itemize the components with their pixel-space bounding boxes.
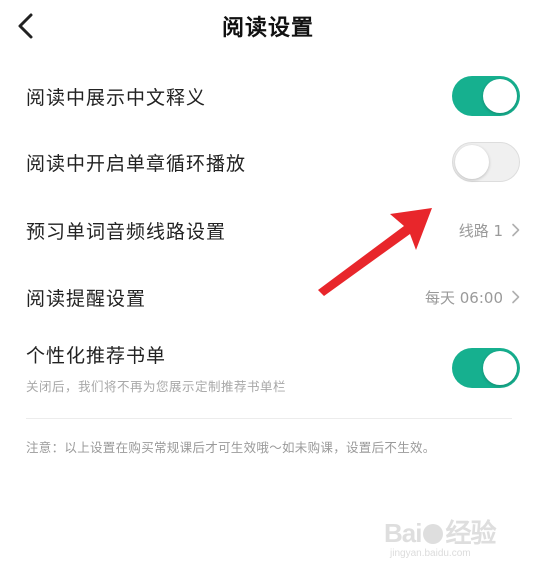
chapter-loop-toggle[interactable] <box>452 142 520 182</box>
header-bar: 阅读设置 <box>0 0 536 52</box>
reading-settings-page: 阅读设置 阅读中展示中文释义 阅读中开启单章循环播放 预习单词音频线路设置 线路… <box>0 0 536 567</box>
chevron-right-icon <box>512 290 520 304</box>
watermark-logo: Bai 经验 <box>384 518 496 548</box>
setting-label: 预习单词音频线路设置 <box>26 220 227 243</box>
setting-label: 个性化推荐书单 <box>26 344 167 367</box>
reminder-time-value: 每天 06:00 <box>425 288 503 307</box>
show-chinese-definition-toggle[interactable] <box>452 76 520 116</box>
watermark-url: jingyan.baidu.com <box>390 548 471 559</box>
toggle-knob <box>455 144 489 179</box>
setting-label: 阅读中开启单章循环播放 <box>26 152 247 175</box>
personalized-booklist-toggle[interactable] <box>452 348 520 388</box>
divider <box>26 418 512 419</box>
watermark: Bai 经验 jingyan.baidu.com <box>384 509 514 559</box>
setting-row-audio-route[interactable]: 预习单词音频线路设置 线路 1 <box>26 210 520 250</box>
chevron-right-icon <box>512 223 520 237</box>
setting-label: 阅读提醒设置 <box>26 287 147 310</box>
setting-row-chapter-loop: 阅读中开启单章循环播放 <box>26 142 520 182</box>
setting-value-group: 每天 06:00 <box>425 287 520 308</box>
toggle-knob <box>483 79 517 113</box>
setting-row-show-chinese-definition: 阅读中展示中文释义 <box>26 76 520 116</box>
setting-description: 关闭后，我们将不再为您展示定制推荐书单栏 <box>26 379 287 394</box>
setting-value-group: 线路 1 <box>459 220 520 241</box>
toggle-knob <box>483 351 517 385</box>
setting-label: 阅读中展示中文释义 <box>26 86 207 109</box>
setting-row-reading-reminder[interactable]: 阅读提醒设置 每天 06:00 <box>26 277 520 317</box>
audio-route-value: 线路 1 <box>458 221 503 240</box>
notice-text: 注意：以上设置在购买常规课后才可生效哦～如未购课，设置后不生效。 <box>26 440 436 455</box>
page-title: 阅读设置 <box>221 16 314 41</box>
